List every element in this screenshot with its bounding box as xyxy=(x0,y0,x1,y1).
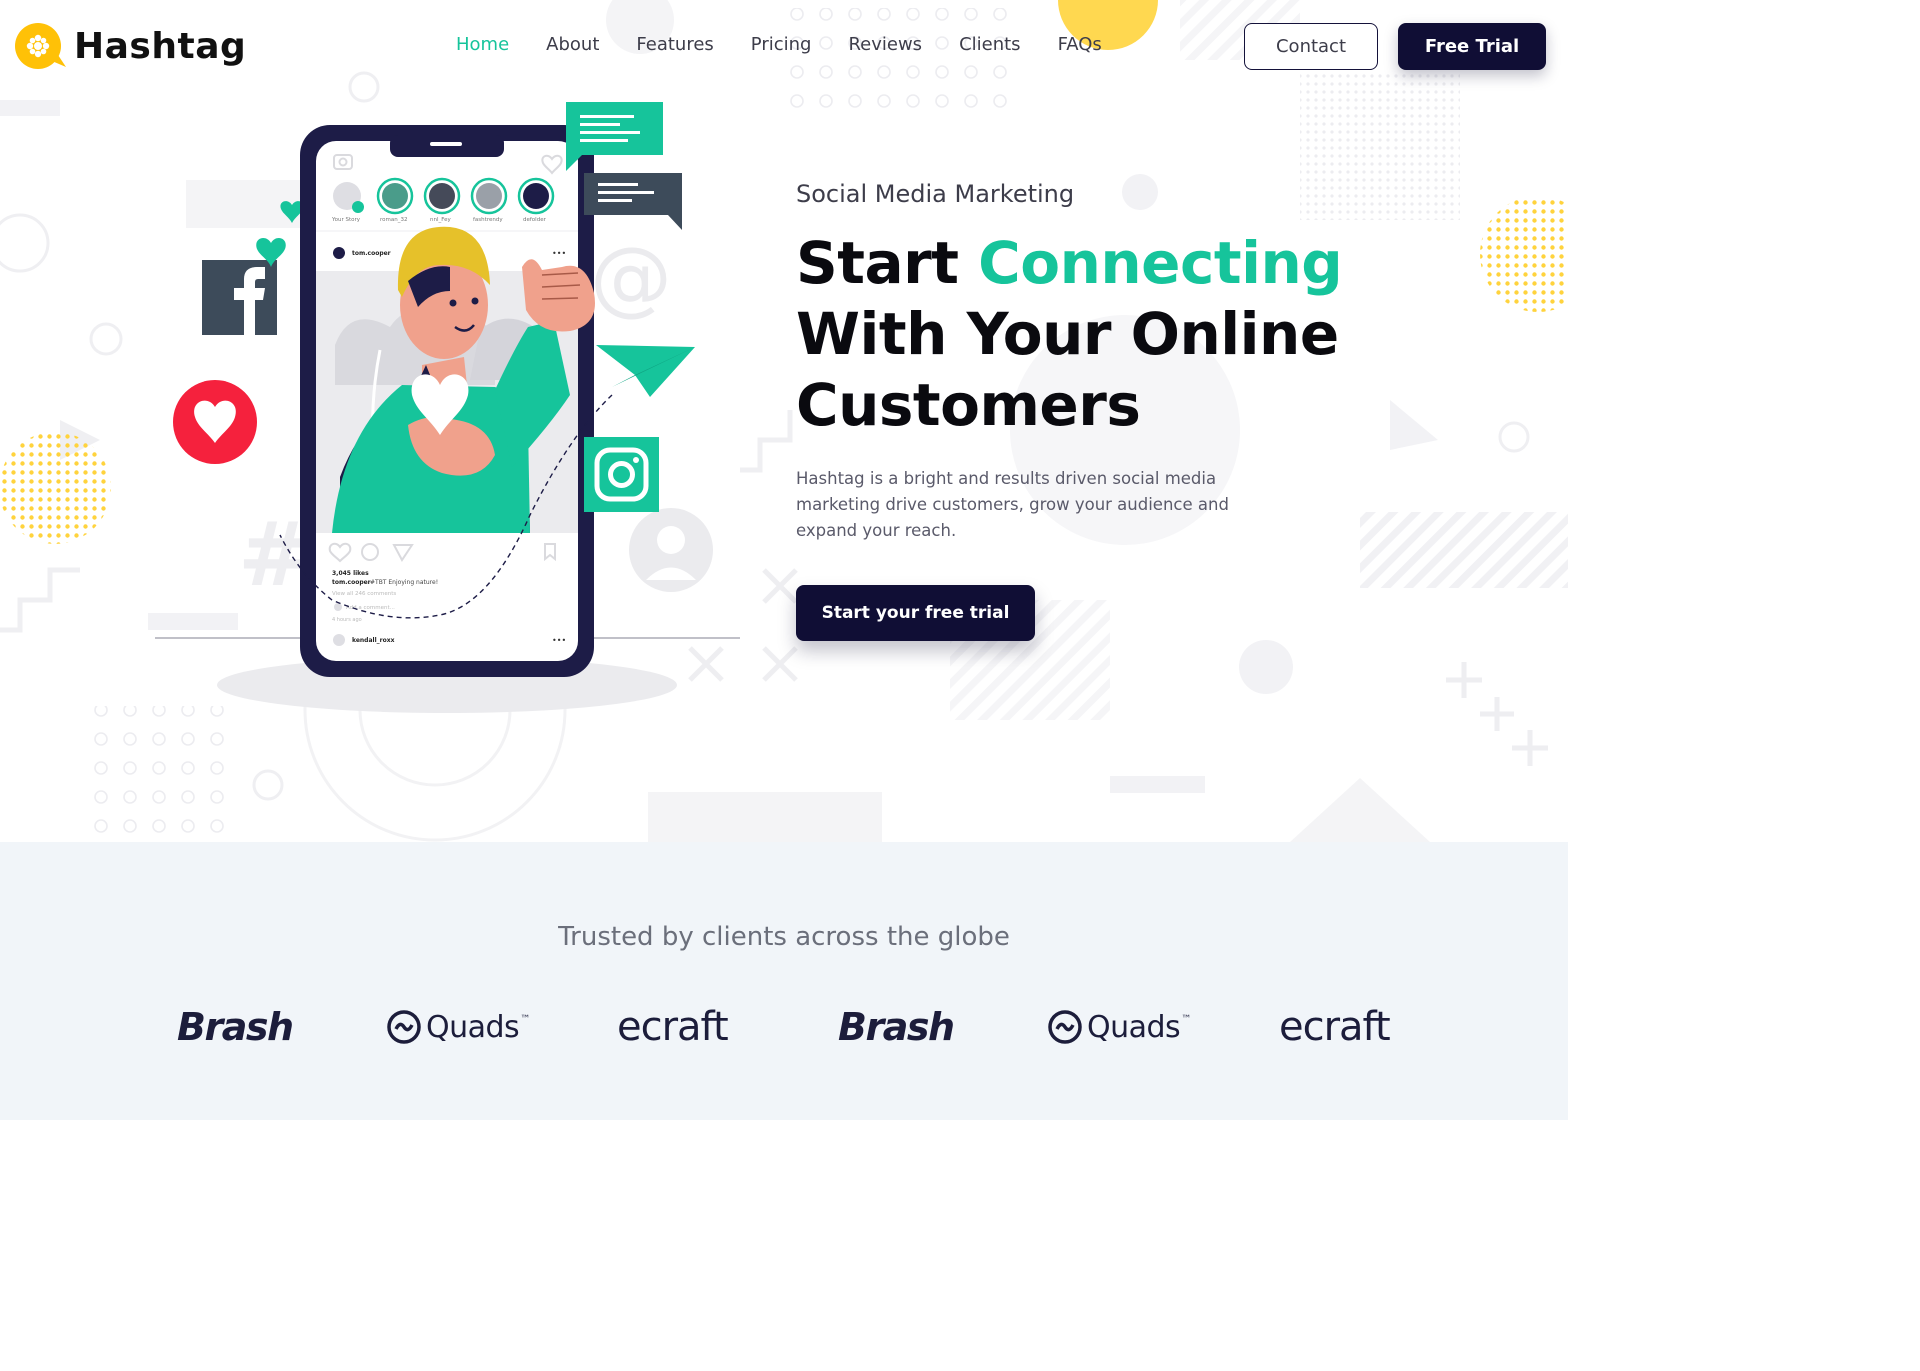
nav-item-reviews[interactable]: Reviews xyxy=(848,34,922,55)
story-label: Your Story xyxy=(331,217,361,223)
quads-logo-icon xyxy=(387,1010,421,1044)
start-free-trial-button[interactable]: Start your free trial xyxy=(796,585,1035,641)
main-nav: Home About Features Pricing Reviews Clie… xyxy=(456,34,1139,55)
nav-item-pricing[interactable]: Pricing xyxy=(751,34,812,55)
paper-plane-icon xyxy=(596,345,695,397)
story-label: fashtrendy xyxy=(473,217,503,223)
nav-item-faqs[interactable]: FAQs xyxy=(1058,34,1102,55)
trademark-mark: ™ xyxy=(1181,1013,1191,1025)
story-label: defolder xyxy=(523,217,547,223)
headline-part2: With Your Online Customers xyxy=(796,300,1339,439)
trademark-mark: ™ xyxy=(520,1013,530,1025)
hero-headline: Start Connecting With Your Online Custome… xyxy=(796,228,1436,441)
facebook-icon xyxy=(202,260,277,335)
client-logo-text: Brash xyxy=(177,1005,294,1049)
contact-button[interactable]: Contact xyxy=(1244,23,1378,70)
caption-text: #TBT Enjoying nature! xyxy=(370,579,438,586)
client-logo-text: ecraft xyxy=(617,1004,729,1050)
headline-part1: Start xyxy=(796,229,979,297)
chat-bubble-icon xyxy=(584,173,682,230)
client-logo-ecraft: ecraft xyxy=(617,997,729,1057)
brand-name: Hashtag xyxy=(74,25,247,67)
svg-text:•••: ••• xyxy=(552,249,566,258)
hero-illustration: Your Story roman_32 nnl_Fey fashtrendy d… xyxy=(173,102,695,713)
headline-accent: Connecting xyxy=(978,229,1343,297)
hero-section: # @ Hashtag Home About Features Pricing … xyxy=(0,0,1568,842)
green-heart-icon xyxy=(256,201,304,267)
story-label: roman_32 xyxy=(380,217,407,223)
client-logo-ecraft: ecraft xyxy=(1279,997,1391,1057)
instagram-icon xyxy=(584,437,659,512)
client-logo-brash: Brash xyxy=(177,997,294,1057)
next-post-username: kendall_roxx xyxy=(352,637,395,644)
hero-description: Hashtag is a bright and results driven s… xyxy=(796,469,1229,540)
heart-like-icon xyxy=(173,380,257,464)
brand-logo[interactable]: Hashtag xyxy=(12,18,246,74)
post-time: 4 hours ago xyxy=(332,617,362,623)
client-logo-quads: Quads ™ xyxy=(1047,997,1191,1057)
post-username: tom.cooper xyxy=(352,250,391,257)
caption-username: tom.cooper xyxy=(332,579,371,586)
comments-link: View all 246 comments xyxy=(332,591,396,597)
nav-item-features[interactable]: Features xyxy=(636,34,713,55)
svg-text:•••: ••• xyxy=(552,636,566,645)
client-logo-quads: Quads ™ xyxy=(386,997,530,1057)
nav-item-home[interactable]: Home xyxy=(456,34,509,55)
client-logo-text: Quads xyxy=(1087,1009,1181,1045)
post-likes: 3,045 likes xyxy=(332,570,369,577)
client-logo-brash: Brash xyxy=(838,997,955,1057)
clients-title: Trusted by clients across the globe xyxy=(558,922,1010,952)
hashtag-logo-icon xyxy=(15,23,66,69)
nav-item-about[interactable]: About xyxy=(546,34,599,55)
story-label: nnl_Fey xyxy=(430,217,451,223)
client-logo-text: ecraft xyxy=(1279,1004,1391,1050)
hero-kicker: Social Media Marketing xyxy=(796,180,1075,208)
free-trial-button[interactable]: Free Trial xyxy=(1398,23,1546,70)
client-logo-text: Brash xyxy=(838,1005,955,1049)
nav-item-clients[interactable]: Clients xyxy=(959,34,1021,55)
clients-section: Trusted by clients across the globe Bras… xyxy=(0,842,1568,1120)
client-logo-text: Quads xyxy=(426,1009,520,1045)
quads-logo-icon xyxy=(1048,1010,1082,1044)
